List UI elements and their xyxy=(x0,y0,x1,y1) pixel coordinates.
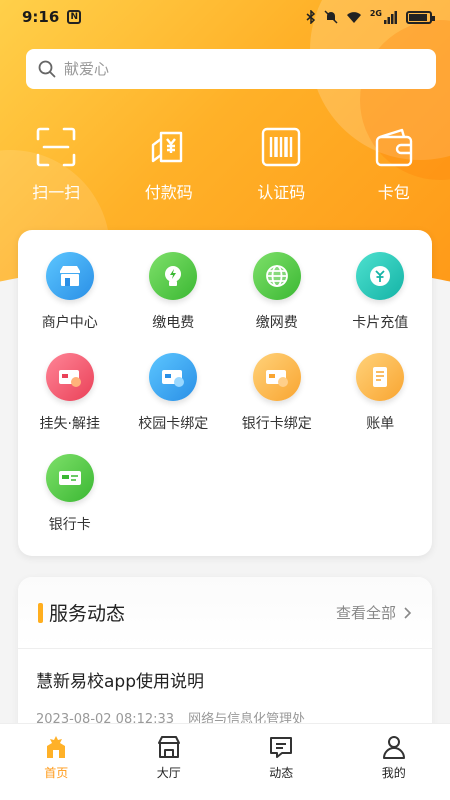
title-accent-bar xyxy=(38,602,43,623)
view-all-label: 查看全部 xyxy=(335,604,396,622)
payment-code-icon xyxy=(151,131,182,163)
news-item[interactable]: 慧新易校app使用说明 2023-08-02 08:12:33 网络与信息化管理处 xyxy=(18,649,432,727)
search-bar[interactable] xyxy=(26,49,436,89)
service-merchant-center[interactable]: 商户中心 xyxy=(18,252,122,353)
scan-icon xyxy=(36,127,76,167)
search-input[interactable] xyxy=(64,60,404,78)
auth-code-button[interactable]: 认证码 xyxy=(225,125,338,210)
service-label: 校园卡绑定 xyxy=(138,416,209,432)
wifi-icon xyxy=(346,12,361,23)
home-icon xyxy=(47,736,66,758)
status-bar: 9:16 N 2G xyxy=(0,0,450,34)
bluetooth-icon xyxy=(306,10,315,24)
service-bill[interactable]: 账单 xyxy=(329,353,433,454)
news-item-title: 慧新易校app使用说明 xyxy=(36,672,204,692)
service-label: 挂失·解挂 xyxy=(39,416,100,432)
service-internet[interactable]: 缴网费 xyxy=(225,252,329,353)
service-campus-card-bind[interactable]: 校园卡绑定 xyxy=(122,353,226,454)
news-title: 服务动态 xyxy=(49,603,126,625)
scan-label: 扫一扫 xyxy=(32,183,81,202)
status-time: 9:16 xyxy=(22,8,60,26)
auth-code-label: 认证码 xyxy=(257,183,306,202)
service-electricity[interactable]: 缴电费 xyxy=(122,252,226,353)
signal-icon xyxy=(384,11,397,24)
scan-button[interactable]: 扫一扫 xyxy=(0,125,113,210)
card-wallet-label: 卡包 xyxy=(377,183,410,202)
tab-label: 动态 xyxy=(269,766,294,780)
bank-card-icon xyxy=(58,471,81,485)
service-label: 银行卡 xyxy=(48,517,91,533)
tab-hall[interactable]: 大厅 xyxy=(113,724,226,800)
bulb-icon xyxy=(165,266,182,286)
shop-icon xyxy=(59,266,80,286)
card-wallet-button[interactable]: 卡包 xyxy=(338,125,450,210)
tab-news[interactable]: 动态 xyxy=(225,724,338,800)
bill-icon xyxy=(373,367,388,387)
nfc-icon: N xyxy=(67,10,82,24)
service-label: 缴网费 xyxy=(255,315,298,331)
bottom-tab-bar: 首页 大厅 动态 我的 xyxy=(0,723,450,800)
service-bank-card[interactable]: 银行卡 xyxy=(18,454,122,555)
search-icon xyxy=(38,60,56,78)
service-label: 卡片充值 xyxy=(352,315,409,331)
barcode-icon xyxy=(262,127,301,167)
chevron-right-icon xyxy=(404,606,412,619)
tab-home[interactable]: 首页 xyxy=(0,724,113,800)
mute-bell-icon xyxy=(324,10,338,24)
campus-card-icon xyxy=(162,370,185,387)
news-header: 服务动态 查看全部 xyxy=(18,577,432,649)
tab-label: 我的 xyxy=(381,766,406,780)
globe-icon xyxy=(265,265,288,287)
service-bank-card-bind[interactable]: 银行卡绑定 xyxy=(225,353,329,454)
network-type: 2G xyxy=(369,8,382,18)
payment-code-button[interactable]: 付款码 xyxy=(113,125,226,210)
bank-card-bind-icon xyxy=(265,370,288,387)
payment-code-label: 付款码 xyxy=(144,183,193,202)
view-all-link[interactable]: 查看全部 xyxy=(336,602,414,623)
service-label: 商户中心 xyxy=(41,315,98,331)
tab-label: 大厅 xyxy=(156,766,181,780)
service-label: 账单 xyxy=(366,416,395,432)
service-card-recharge[interactable]: 卡片充值 xyxy=(329,252,433,353)
hall-icon xyxy=(157,736,180,758)
wallet-icon xyxy=(375,128,412,167)
card-lock-icon xyxy=(58,370,81,387)
message-icon xyxy=(270,737,293,758)
tab-label: 首页 xyxy=(44,766,69,780)
services-card: 商户中心 缴电费 缴网费 卡片充值 挂失·解挂 校园卡绑定 银行卡绑定 账单 银… xyxy=(18,230,432,556)
service-label: 银行卡绑定 xyxy=(241,416,312,432)
profile-icon xyxy=(382,736,405,759)
tab-profile[interactable]: 我的 xyxy=(338,724,450,800)
recharge-icon xyxy=(370,266,391,286)
service-report-loss[interactable]: 挂失·解挂 xyxy=(18,353,122,454)
service-label: 缴电费 xyxy=(152,315,195,331)
quick-actions: 扫一扫 付款码 认证码 卡包 xyxy=(0,125,450,210)
battery-icon xyxy=(406,10,435,24)
